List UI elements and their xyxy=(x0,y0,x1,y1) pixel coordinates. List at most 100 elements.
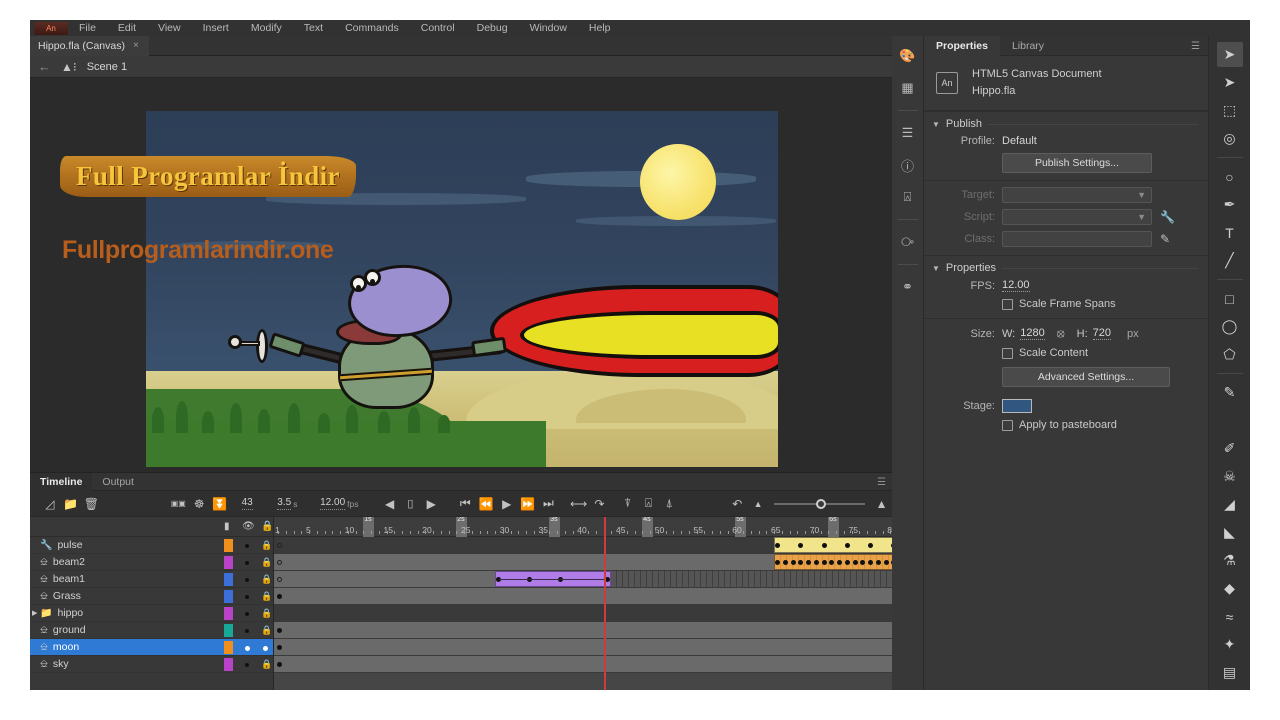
brush-tool[interactable]: ✐ xyxy=(1217,436,1243,461)
info-icon[interactable]: ⓘ xyxy=(897,155,919,175)
small-frames-icon[interactable]: ▲ xyxy=(748,494,769,514)
creative-cloud-icon[interactable]: ⚭ xyxy=(897,277,919,297)
empty-frames-strip[interactable] xyxy=(611,571,892,587)
keyframe-marker[interactable] xyxy=(277,645,282,650)
layer-visibility-toggle[interactable] xyxy=(245,561,249,565)
center-frame-icon[interactable]: ⟷ xyxy=(568,494,589,514)
link-constrain-icon[interactable]: ⦻ xyxy=(1057,326,1065,341)
align-icon[interactable]: ☰ xyxy=(897,123,919,143)
target-select[interactable]: ▼ xyxy=(1002,187,1152,203)
loop-playback-icon[interactable]: ↷ xyxy=(589,494,610,514)
menu-edit[interactable]: Edit xyxy=(107,22,147,34)
layer-color-chip[interactable] xyxy=(224,624,233,637)
bone-tool[interactable]: ☠ xyxy=(1217,464,1243,489)
layer-visibility-toggle[interactable] xyxy=(245,544,249,548)
menu-file[interactable]: File xyxy=(68,22,107,34)
menu-debug[interactable]: Debug xyxy=(466,22,519,34)
keyframe-marker[interactable] xyxy=(806,560,811,565)
empty-keyframe-marker[interactable] xyxy=(277,543,282,548)
color-palette-icon[interactable]: 🎨 xyxy=(897,46,919,66)
layer-visibility-toggle[interactable] xyxy=(245,663,249,667)
document-tab-hippo[interactable]: Hippo.fla (Canvas) × xyxy=(30,36,149,56)
reset-timeline-icon[interactable]: ↶ xyxy=(727,494,748,514)
text-tool[interactable]: T xyxy=(1217,220,1243,245)
visibility-icon[interactable]: 👁 xyxy=(242,521,255,532)
layer-row-grass[interactable]: ⎒ Grass 🔒 xyxy=(30,588,273,605)
height-input[interactable]: 720 xyxy=(1093,327,1111,340)
paint-brush-tool[interactable]: ὘ xyxy=(1217,408,1243,433)
playhead[interactable] xyxy=(604,517,606,690)
step-forward-button[interactable]: ⏩ xyxy=(517,494,538,514)
width-tool[interactable]: ≈ xyxy=(1217,604,1243,629)
scale-content-checkbox[interactable] xyxy=(1002,348,1013,359)
selection-tool[interactable]: ➤ xyxy=(1217,42,1243,67)
menu-help[interactable]: Help xyxy=(578,22,622,34)
go-to-last-frame-button[interactable]: ⏭ xyxy=(538,494,559,514)
3d-rotation-tool[interactable]: ◎ xyxy=(1217,126,1243,151)
oval-tool[interactable]: ◯ xyxy=(1217,314,1243,339)
loop-next-button[interactable]: ▶ xyxy=(421,494,442,514)
layer-lock-toggle[interactable]: 🔒 xyxy=(261,625,272,636)
line-tool[interactable]: ╱ xyxy=(1217,248,1243,273)
rectangle-tool[interactable]: □ xyxy=(1217,286,1243,311)
layer-row-ground[interactable]: ⎒ ground 🔒 xyxy=(30,622,273,639)
step-back-button[interactable]: ⏪ xyxy=(476,494,497,514)
frame-track-beam1[interactable] xyxy=(274,571,892,588)
advanced-layers-icon[interactable]: ☸ xyxy=(189,494,210,514)
layer-lock-toggle[interactable]: 🔒 xyxy=(261,659,272,670)
onion-skin-icon[interactable]: ▣▣ xyxy=(168,494,189,514)
go-to-first-frame-button[interactable]: ⏮ xyxy=(455,494,476,514)
frame-track-grass[interactable] xyxy=(274,588,892,605)
frame-zoom-slider-knob[interactable] xyxy=(816,499,826,509)
scale-content-row[interactable]: Scale Content xyxy=(924,344,1208,362)
layer-color-chip[interactable] xyxy=(224,556,233,569)
layer-row-beam1[interactable]: ⎒ beam1 🔒 xyxy=(30,571,273,588)
keyframe-marker[interactable] xyxy=(791,560,796,565)
layer-row-pulse[interactable]: 🔧 pulse 🔒 xyxy=(30,537,273,554)
layer-row-moon[interactable]: ⎒ moon xyxy=(30,639,273,656)
keyframe-marker[interactable] xyxy=(775,543,780,548)
keyframe-marker[interactable] xyxy=(783,560,788,565)
frame-span-yellow[interactable] xyxy=(774,537,892,553)
show-outlines-icon[interactable]: ▮ xyxy=(224,521,230,532)
keyframe-marker[interactable] xyxy=(822,543,827,548)
layer-color-chip[interactable] xyxy=(224,573,233,586)
layer-color-chip[interactable] xyxy=(224,658,233,671)
onion-skin-icon2[interactable]: ⍒ xyxy=(617,494,638,514)
polystar-tool[interactable]: ⬠ xyxy=(1217,342,1243,367)
panel-menu-icon[interactable]: ☰ xyxy=(1191,41,1200,52)
ink-bottle-tool[interactable]: ◣ xyxy=(1217,520,1243,545)
profile-value[interactable]: Default xyxy=(1002,135,1037,147)
tab-timeline[interactable]: Timeline xyxy=(30,473,92,491)
pen-tool[interactable]: ✒ xyxy=(1217,192,1243,217)
layer-lock-toggle[interactable]: 🔒 xyxy=(261,557,272,568)
layer-visibility-toggle[interactable] xyxy=(245,629,249,633)
tab-library[interactable]: Library xyxy=(1000,36,1056,56)
layer-lock-toggle[interactable]: 🔒 xyxy=(261,591,272,602)
publish-section-header[interactable]: ▼ Publish xyxy=(924,111,1208,132)
camera-tool[interactable]: ▤ xyxy=(1217,660,1243,685)
pencil-icon[interactable]: ✎ xyxy=(1160,232,1170,246)
script-select[interactable]: ▼ xyxy=(1002,209,1152,225)
scale-frame-spans-checkbox[interactable] xyxy=(1002,299,1013,310)
free-transform-tool[interactable]: ⬚ xyxy=(1217,98,1243,123)
frames-area[interactable]: 1s 2s 3s 4s 5s 6s 1 5 10 15 20 25 30 35 40 45 50 55 60 65 70… xyxy=(274,517,892,690)
close-icon[interactable]: × xyxy=(133,36,139,56)
layer-visibility-toggle[interactable] xyxy=(245,595,249,599)
layer-row-beam2[interactable]: ⎒ beam2 🔒 xyxy=(30,554,273,571)
frame-track-beam2[interactable] xyxy=(274,554,892,571)
empty-keyframe-marker[interactable] xyxy=(277,560,282,565)
frame-track-moon[interactable] xyxy=(274,639,892,656)
keyframe-marker[interactable] xyxy=(822,560,827,565)
wrench-icon[interactable]: 🔧 xyxy=(1160,210,1175,224)
layer-color-chip[interactable] xyxy=(224,539,233,552)
keyframe-marker[interactable] xyxy=(868,560,873,565)
fps-input[interactable]: 12.00 xyxy=(1002,279,1030,292)
apply-to-pasteboard-checkbox[interactable] xyxy=(1002,420,1013,431)
panel-menu-icon[interactable]: ☰ xyxy=(877,477,886,488)
layer-row-sky[interactable]: ⎒ sky 🔒 xyxy=(30,656,273,673)
width-input[interactable]: 1280 xyxy=(1020,327,1044,340)
keyframe-marker[interactable] xyxy=(277,628,282,633)
stage-color-swatch[interactable] xyxy=(1002,399,1032,413)
layer-visibility-toggle[interactable] xyxy=(245,646,250,651)
